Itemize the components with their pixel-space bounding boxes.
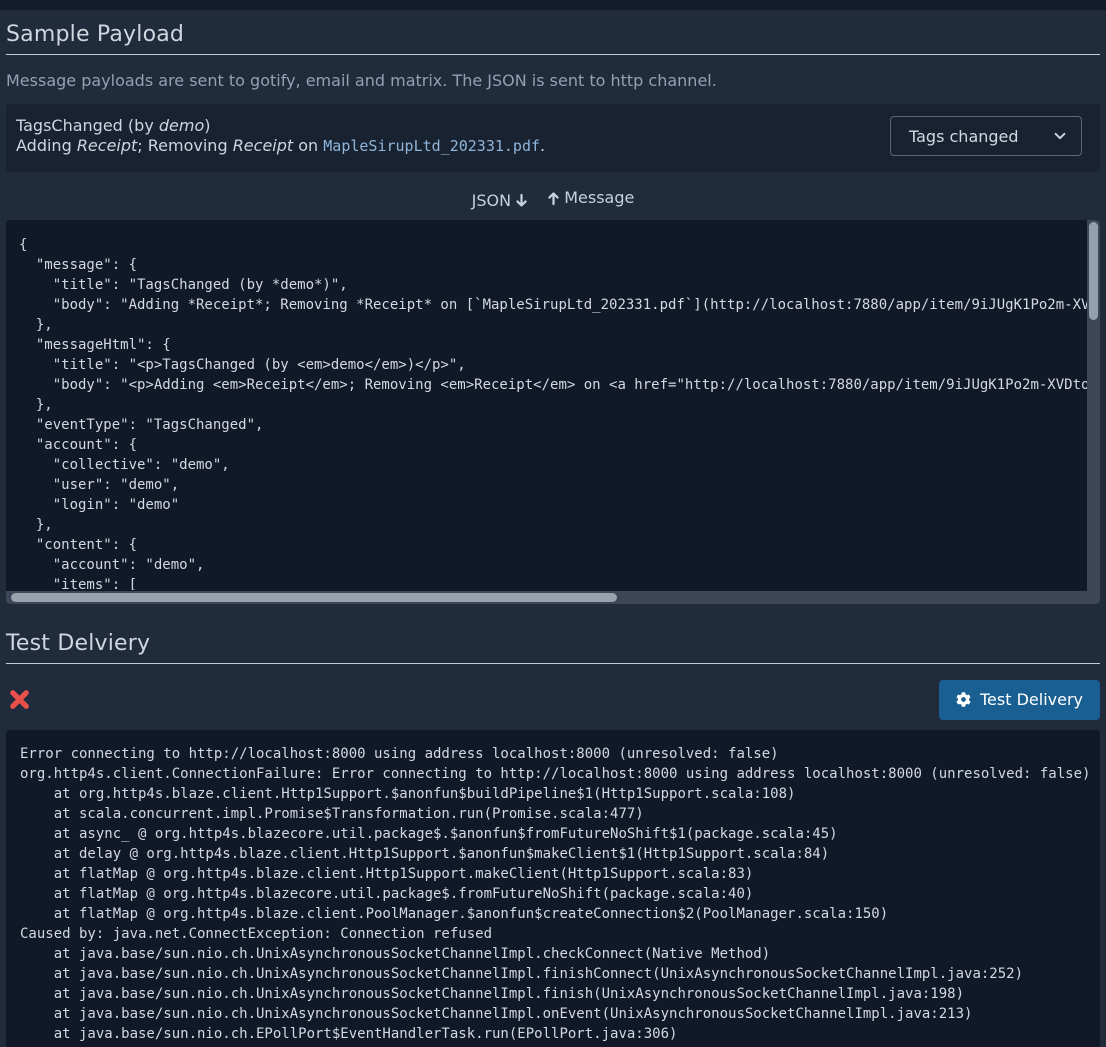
sample-payload-heading: Sample Payload	[6, 21, 1100, 55]
json-view-label: JSON	[472, 192, 511, 210]
vertical-scrollbar-thumb[interactable]	[1089, 222, 1098, 320]
test-delivery-button[interactable]: Test Delivery	[939, 680, 1100, 720]
message-view-link[interactable]: Message	[547, 189, 634, 207]
event-type-select-value: Tags changed	[909, 127, 1019, 146]
chevron-down-icon	[1053, 129, 1067, 143]
vertical-scrollbar[interactable]	[1087, 220, 1100, 591]
event-body-line: Adding Receipt; Removing Receipt on Mapl…	[16, 136, 545, 156]
event-title-part: )	[204, 116, 210, 135]
gear-icon	[956, 692, 971, 707]
test-delivery-section: Test Delviery Test Delivery Error connec…	[6, 630, 1100, 1047]
json-view-link[interactable]: JSON	[472, 192, 528, 210]
event-type-select[interactable]: Tags changed	[890, 116, 1082, 156]
event-body-tag: Receipt	[77, 136, 137, 155]
event-body-part: Adding	[16, 136, 77, 155]
arrow-up-icon	[547, 191, 560, 206]
test-delivery-button-label: Test Delivery	[980, 690, 1083, 709]
item-file-link[interactable]: MapleSirupLtd_202331.pdf	[323, 137, 540, 155]
message-view-label: Message	[564, 189, 634, 207]
error-log-block: Error connecting to http://localhost:800…	[6, 730, 1100, 1047]
event-title-part: TagsChanged (by	[16, 116, 159, 135]
json-payload-text: { "message": { "title": "TagsChanged (by…	[6, 220, 1100, 590]
horizontal-scrollbar[interactable]	[6, 591, 1100, 604]
notification-settings-page: Sample Payload Message payloads are sent…	[0, 21, 1106, 1047]
json-payload-block: { "message": { "title": "TagsChanged (by…	[6, 220, 1100, 604]
error-log-text: Error connecting to http://localhost:800…	[6, 730, 1100, 1047]
event-preview-text: TagsChanged (by demo) Adding Receipt; Re…	[16, 116, 545, 156]
top-divider	[0, 0, 1106, 10]
event-body-part: .	[540, 136, 545, 155]
event-title-line: TagsChanged (by demo)	[16, 116, 545, 136]
event-preview-panel: TagsChanged (by demo) Adding Receipt; Re…	[6, 104, 1100, 172]
sample-payload-section: Sample Payload Message payloads are sent…	[6, 21, 1100, 604]
event-body-part: on	[293, 136, 323, 155]
payload-view-toggle: JSON Message	[6, 189, 1100, 210]
test-delivery-toolbar: Test Delivery	[6, 680, 1100, 720]
event-body-part: ; Removing	[137, 136, 232, 155]
test-delivery-heading: Test Delviery	[6, 630, 1100, 664]
event-body-tag: Receipt	[233, 136, 293, 155]
arrow-down-icon	[515, 193, 528, 208]
horizontal-scrollbar-thumb[interactable]	[11, 593, 617, 602]
sample-payload-description: Message payloads are sent to gotify, ema…	[6, 71, 1100, 90]
error-x-icon	[8, 688, 31, 711]
event-title-user: demo	[159, 116, 204, 135]
